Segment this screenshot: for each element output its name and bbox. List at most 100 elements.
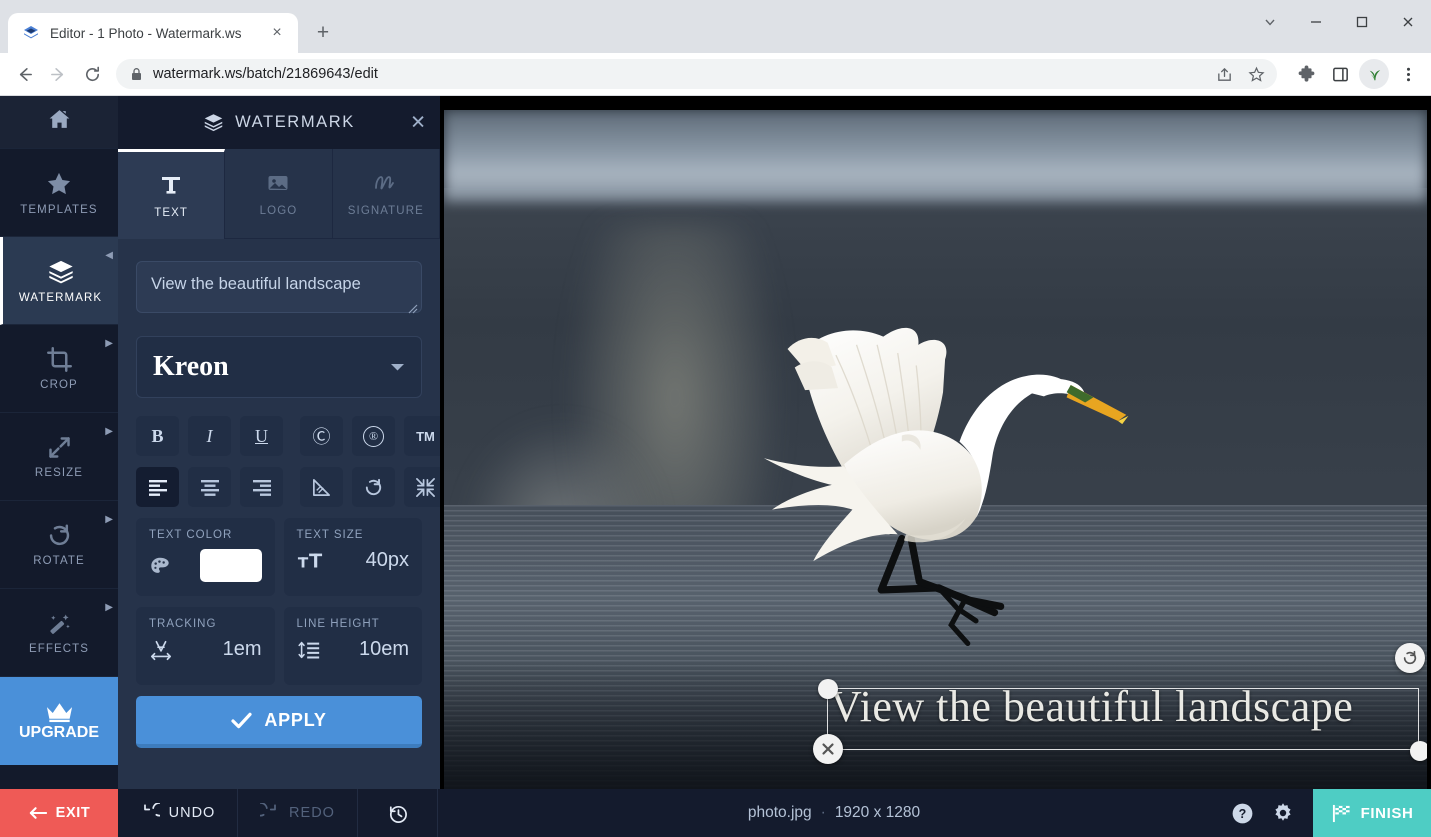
- skew-button[interactable]: [300, 467, 343, 507]
- tab-text[interactable]: TEXT: [118, 149, 225, 239]
- chevron-down-icon[interactable]: [390, 362, 405, 372]
- sidebar-item-upgrade[interactable]: UPGRADE: [0, 677, 118, 765]
- sidebar-item-crop[interactable]: ▶ CROP: [0, 325, 118, 413]
- registered-button[interactable]: ®: [352, 416, 395, 456]
- align-center-button[interactable]: [188, 467, 231, 507]
- resize-handle-bottom-right[interactable]: [1410, 741, 1427, 761]
- watermark-text-input[interactable]: [136, 261, 422, 313]
- image-stage[interactable]: View the beautiful landscape: [440, 96, 1431, 837]
- forward-arrow-icon[interactable]: [42, 58, 74, 90]
- star-icon[interactable]: [1241, 59, 1271, 89]
- tab-strip: Editor - 1 Photo - Watermark.ws × +: [0, 0, 1431, 53]
- sidebar-item-resize[interactable]: ▶ RESIZE: [0, 413, 118, 501]
- profile-avatar[interactable]: [1359, 59, 1389, 89]
- redo-button[interactable]: REDO: [238, 789, 358, 837]
- new-tab-button[interactable]: +: [306, 16, 340, 50]
- font-selector[interactable]: Kreon: [136, 336, 422, 398]
- close-icon[interactable]: ✕: [410, 113, 426, 132]
- three-dot-menu-icon[interactable]: [1393, 59, 1423, 89]
- text-color-field[interactable]: TEXT COLOR: [136, 518, 275, 596]
- trademark-button[interactable]: TM: [404, 416, 440, 456]
- underline-button[interactable]: U: [240, 416, 283, 456]
- separator: ·: [821, 804, 826, 822]
- back-arrow-icon[interactable]: [8, 58, 40, 90]
- tab-label: TEXT: [154, 207, 188, 219]
- copyright-button[interactable]: Ⓒ: [300, 416, 343, 456]
- text-color-label: TEXT COLOR: [149, 529, 262, 541]
- line-height-icon: [297, 639, 321, 661]
- arrow-left-icon: [28, 806, 47, 820]
- redo-label: REDO: [289, 805, 335, 821]
- sidebar-item-label: TEMPLATES: [20, 204, 97, 216]
- resize-handle-top-left[interactable]: [818, 679, 838, 699]
- layers-icon: [47, 258, 75, 286]
- crown-icon: [45, 700, 74, 724]
- address-bar[interactable]: watermark.ws/batch/21869643/edit: [116, 59, 1277, 89]
- tracking-icon: [149, 639, 173, 661]
- rotate-icon: [46, 522, 73, 549]
- undo-label: UNDO: [169, 805, 216, 821]
- maximize-icon[interactable]: [1339, 0, 1385, 44]
- sidebar-item-watermark[interactable]: ◀ WATERMARK: [0, 237, 118, 325]
- tab-label: SIGNATURE: [348, 205, 424, 217]
- file-info: photo.jpg · 1920 x 1280: [438, 789, 1230, 837]
- photo-canvas[interactable]: View the beautiful landscape: [444, 110, 1427, 815]
- history-button[interactable]: [358, 789, 438, 837]
- fit-button[interactable]: [404, 467, 440, 507]
- sidebar-item-label: UPGRADE: [19, 724, 99, 742]
- url-text: watermark.ws/batch/21869643/edit: [153, 66, 1199, 82]
- tab-search-icon[interactable]: [1247, 0, 1293, 44]
- align-right-button[interactable]: [240, 467, 283, 507]
- home-icon: [47, 107, 72, 132]
- apply-button[interactable]: APPLY: [136, 696, 422, 748]
- text-size-field[interactable]: TEXT SIZE 40px: [284, 518, 423, 596]
- sidebar-item-home[interactable]: [0, 96, 118, 149]
- sidebar-item-effects[interactable]: ▶ EFFECTS: [0, 589, 118, 677]
- side-panel-icon[interactable]: [1325, 59, 1355, 89]
- redo-icon: [260, 803, 280, 823]
- chevron-right-icon: ▶: [105, 603, 113, 613]
- left-sidebar: TEMPLATES ◀ WATERMARK ▶ CROP: [0, 96, 118, 837]
- rotate-watermark-button[interactable]: [1395, 643, 1425, 673]
- share-icon[interactable]: [1209, 59, 1239, 89]
- tracking-field[interactable]: TRACKING 1em: [136, 607, 275, 685]
- magic-wand-icon: [46, 610, 73, 637]
- watermark-selection-box[interactable]: View the beautiful landscape: [827, 688, 1419, 750]
- sidebar-item-rotate[interactable]: ▶ ROTATE: [0, 501, 118, 589]
- chevron-right-icon: ▶: [105, 427, 113, 437]
- text-T-icon: [159, 173, 183, 197]
- window-close-icon[interactable]: [1385, 0, 1431, 44]
- rotate-text-button[interactable]: [352, 467, 395, 507]
- egret-bird: [700, 244, 1133, 709]
- browser-window: Editor - 1 Photo - Watermark.ws × +: [0, 0, 1431, 837]
- chevron-right-icon: ▶: [105, 515, 113, 525]
- editor-app: TEMPLATES ◀ WATERMARK ▶ CROP: [0, 96, 1431, 837]
- sidebar-item-templates[interactable]: TEMPLATES: [0, 149, 118, 237]
- line-height-field[interactable]: LINE HEIGHT 10em: [284, 607, 423, 685]
- browser-toolbar: watermark.ws/batch/21869643/edit: [0, 53, 1431, 96]
- help-icon[interactable]: ?: [1230, 801, 1255, 826]
- layers-icon: [203, 112, 224, 133]
- close-icon[interactable]: ×: [266, 22, 288, 44]
- align-left-button[interactable]: [136, 467, 179, 507]
- sidebar-item-label: ROTATE: [33, 555, 85, 567]
- watermark-text-field: [136, 261, 422, 318]
- finish-label: FINISH: [1361, 805, 1414, 822]
- gear-icon[interactable]: [1271, 801, 1295, 825]
- puzzle-icon[interactable]: [1291, 59, 1321, 89]
- delete-watermark-button[interactable]: [813, 734, 843, 764]
- exit-button[interactable]: EXIT: [0, 789, 118, 837]
- undo-icon: [140, 803, 160, 823]
- tab-signature[interactable]: SIGNATURE: [333, 149, 440, 239]
- italic-button[interactable]: I: [188, 416, 231, 456]
- layers-favicon: [22, 24, 40, 42]
- text-color-swatch[interactable]: [200, 549, 262, 582]
- finish-button[interactable]: FINISH: [1313, 789, 1431, 837]
- browser-tab[interactable]: Editor - 1 Photo - Watermark.ws ×: [8, 13, 298, 53]
- reload-icon[interactable]: [76, 58, 108, 90]
- minimize-icon[interactable]: [1293, 0, 1339, 44]
- undo-button[interactable]: UNDO: [118, 789, 238, 837]
- panel-body: Kreon B I U Ⓒ ® TM: [118, 239, 440, 837]
- bold-button[interactable]: B: [136, 416, 179, 456]
- tab-logo[interactable]: LOGO: [225, 149, 332, 239]
